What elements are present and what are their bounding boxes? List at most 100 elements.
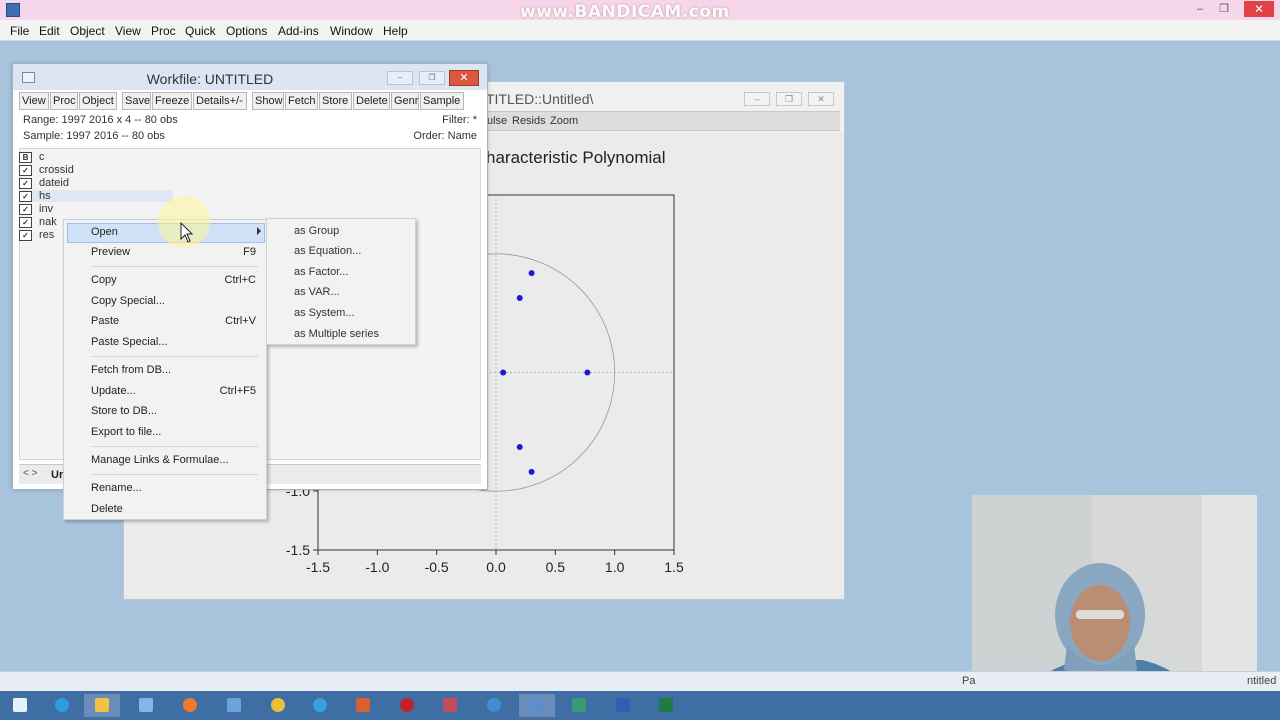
eviews-app-icon [6,3,20,17]
menu-item-manage-links[interactable]: Manage Links & Formulae... [91,454,229,466]
menu-separator [91,474,258,475]
menu-quick[interactable]: Quick [185,24,216,38]
menu-separator [91,446,258,447]
x-tick-label: -1.0 [365,559,389,575]
store-icon[interactable] [216,694,252,717]
tab-untitled[interactable]: Ur [51,469,63,481]
submenu-as-multiple-series[interactable]: as Multiple series [294,328,379,340]
submenu-as-factor[interactable]: as Factor... [294,266,348,278]
file-explorer-icon[interactable] [84,694,120,717]
workfile-title-bar[interactable]: Workfile: UNTITLED – ❐ ✕ [13,64,487,90]
object-name: nak [39,216,57,228]
wf-fetch-button[interactable]: Fetch [285,92,318,110]
y-tick-label: -1.5 [286,542,310,558]
wf-show-button[interactable]: Show [252,92,284,110]
excel-icon[interactable] [648,694,684,717]
status-bar: Pa ntitled [0,671,1280,691]
menu-item-preview[interactable]: Preview [91,246,130,258]
submenu-as-equation[interactable]: as Equation... [294,245,361,257]
menu-help[interactable]: Help [383,24,408,38]
shortcut-copy: Ctrl+C [224,274,256,286]
powerpoint-icon[interactable] [345,694,381,717]
menu-options[interactable]: Options [226,24,267,38]
start-button[interactable] [2,694,38,717]
wf-delete-button[interactable]: Delete [353,92,390,110]
object-name: dateid [39,177,69,189]
menu-view[interactable]: View [115,24,141,38]
mouse-pointer-icon [180,222,194,243]
context-menu: Open Preview F9 Copy Ctrl+C Copy Special… [63,219,267,520]
shortcut-update: Ctrl+F5 [219,385,256,397]
browser-icon[interactable] [302,694,338,717]
menu-item-store-to-db[interactable]: Store to DB... [91,405,157,417]
menu-item-open[interactable]: Open [91,226,118,238]
x-tick-label: 0.0 [486,559,506,575]
menu-item-rename[interactable]: Rename... [91,482,142,494]
network-icon[interactable] [476,694,512,717]
root-point [516,444,523,451]
teams-icon[interactable] [128,694,164,717]
object-name: crossid [39,164,74,176]
wf-save-button[interactable]: Save [122,92,151,110]
wf-view-button[interactable]: View [19,92,49,110]
menu-proc[interactable]: Proc [151,24,176,38]
workfile-range: Range: 1997 2016 x 4 -- 80 obs [23,114,178,126]
workfile-filter: Filter: * [442,114,477,126]
edge-icon[interactable] [44,694,80,717]
open-submenu: as Group as Equation... as Factor... as … [266,218,416,345]
menu-edit[interactable]: Edit [39,24,60,38]
submenu-as-var[interactable]: as VAR... [294,286,340,298]
workfile-title: Workfile: UNTITLED [146,71,274,87]
series-check-icon: ✓ [19,178,32,189]
submenu-as-group[interactable]: as Group [294,225,339,237]
presentation-icon[interactable] [432,694,468,717]
wf-proc-button[interactable]: Proc [50,92,78,110]
menu-object[interactable]: Object [70,24,105,38]
menu-item-paste[interactable]: Paste [91,315,119,327]
x-tick-label: 0.5 [546,559,566,575]
workfile-order: Order: Name [413,130,477,142]
close-app-button[interactable]: ✕ [1244,1,1274,17]
wf-sample-button[interactable]: Sample [420,92,464,110]
menu-item-update[interactable]: Update... [91,385,136,397]
workfile-restore-icon[interactable]: ❐ [419,71,445,85]
status-path-label: Pa [962,675,976,687]
wf-genr-button[interactable]: Genr [391,92,419,110]
menu-item-fetch-from-db[interactable]: Fetch from DB... [91,364,171,376]
series-check-icon: ✓ [19,191,32,202]
chrome-icon[interactable] [260,694,296,717]
root-point [516,294,523,301]
menu-item-export-to-file[interactable]: Export to file... [91,426,161,438]
menu-window[interactable]: Window [330,24,373,38]
x-tick-label: -1.5 [306,559,330,575]
menu-separator [91,266,258,267]
wf-details-button[interactable]: Details+/- [193,92,247,110]
record-icon[interactable] [389,694,425,717]
menu-item-copy-special[interactable]: Copy Special... [91,295,165,307]
menu-file[interactable]: File [10,24,29,38]
menu-item-delete[interactable]: Delete [91,503,123,515]
wf-object-button[interactable]: Object [79,92,117,110]
firefox-icon[interactable] [172,694,208,717]
menu-add-ins[interactable]: Add-ins [278,24,319,38]
coef-vector-icon: B [19,152,32,163]
root-point [528,270,535,277]
menu-item-paste-special[interactable]: Paste Special... [91,336,167,348]
org-chart-icon[interactable] [561,694,597,717]
series-check-icon: ✓ [19,217,32,228]
workfile-minimize-icon[interactable]: – [387,71,413,85]
restore-icon[interactable]: ❐ [1214,2,1234,16]
object-name: c [39,151,45,163]
wf-store-button[interactable]: Store [319,92,352,110]
wf-freeze-button[interactable]: Freeze [152,92,192,110]
series-check-icon: ✓ [19,204,32,215]
word-icon[interactable] [605,694,641,717]
submenu-as-system[interactable]: as System... [294,307,355,319]
object-name: hs [39,190,51,202]
workfile-close-button[interactable]: ✕ [449,70,479,86]
eviews-taskbar-icon[interactable] [519,694,555,717]
menu-item-copy[interactable]: Copy [91,274,117,286]
tab-scroll-arrows-icon[interactable]: < > [23,468,37,479]
shortcut-paste: Ctrl+V [225,315,256,327]
minimize-icon[interactable]: – [1190,2,1210,16]
